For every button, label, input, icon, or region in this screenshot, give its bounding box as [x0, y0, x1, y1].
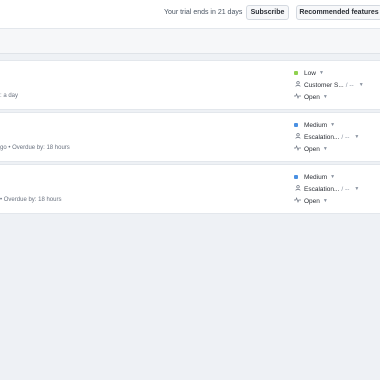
ticket-meta: go • Overdue by: 18 hours [0, 145, 70, 151]
subscribe-button[interactable]: Subscribe [246, 5, 289, 20]
ticket-card[interactable]: • Overdue by: 18 hours Medium ▼ Escalati… [0, 164, 380, 214]
activity-icon [294, 145, 301, 153]
priority-value: Low [304, 69, 316, 77]
priority-medium-icon [294, 123, 298, 127]
priority-select[interactable]: Medium ▼ [294, 171, 380, 183]
ticket-meta: : a day [0, 93, 19, 99]
status-select[interactable]: Open ▼ [294, 195, 380, 207]
assignee-value: Escalation... [304, 133, 340, 141]
assignee-value: Customer S... [304, 81, 344, 89]
assignee-value: Escalation... [304, 185, 340, 193]
status-value: Open [304, 93, 320, 101]
assignee-extra: / -- [341, 133, 350, 141]
person-icon [294, 133, 301, 141]
assignee-select[interactable]: Escalation... / -- ▼ [294, 183, 380, 195]
chevron-down-icon: ▼ [322, 198, 328, 204]
ticket-properties: Low ▼ Customer S... / -- ▼ Open ▼ [294, 67, 380, 103]
chevron-down-icon: ▼ [330, 174, 336, 180]
assignee-select[interactable]: Customer S... / -- ▼ [294, 79, 380, 91]
chevron-down-icon: ▼ [318, 70, 324, 76]
status-select[interactable]: Open ▼ [294, 143, 380, 155]
assignee-extra: / -- [341, 185, 350, 193]
activity-icon [294, 197, 301, 205]
assignee-select[interactable]: Escalation... / -- ▼ [294, 131, 380, 143]
priority-value: Medium [304, 121, 328, 129]
chevron-down-icon: ▼ [322, 146, 328, 152]
status-select[interactable]: Open ▼ [294, 91, 380, 103]
ticket-properties: Medium ▼ Escalation... / -- ▼ Open ▼ [294, 119, 380, 155]
chevron-down-icon: ▼ [322, 94, 328, 100]
ticket-meta: • Overdue by: 18 hours [0, 197, 62, 203]
priority-medium-icon [294, 175, 298, 179]
chevron-down-icon: ▼ [358, 82, 364, 88]
status-value: Open [304, 197, 320, 205]
chevron-down-icon: ▼ [354, 186, 360, 192]
status-value: Open [304, 145, 320, 153]
activity-icon [294, 93, 301, 101]
chevron-down-icon: ▼ [330, 122, 336, 128]
ticket-card[interactable]: : a day Low ▼ Customer S... / -- ▼ Open [0, 60, 380, 110]
top-bar: Your trial ends in 21 days Subscribe Rec… [0, 0, 380, 29]
recommended-features-button[interactable]: Recommended features [296, 5, 380, 20]
assignee-extra: / -- [345, 81, 354, 89]
priority-select[interactable]: Medium ▼ [294, 119, 380, 131]
person-icon [294, 185, 301, 193]
toolbar-strip [0, 29, 380, 54]
trial-notice: Your trial ends in 21 days [164, 9, 243, 16]
ticket-properties: Medium ▼ Escalation... / -- ▼ Open ▼ [294, 171, 380, 207]
priority-select[interactable]: Low ▼ [294, 67, 380, 79]
priority-value: Medium [304, 173, 328, 181]
ticket-card[interactable]: go • Overdue by: 18 hours Medium ▼ Escal… [0, 112, 380, 162]
chevron-down-icon: ▼ [354, 134, 360, 140]
priority-low-icon [294, 71, 298, 75]
person-icon [294, 81, 301, 89]
